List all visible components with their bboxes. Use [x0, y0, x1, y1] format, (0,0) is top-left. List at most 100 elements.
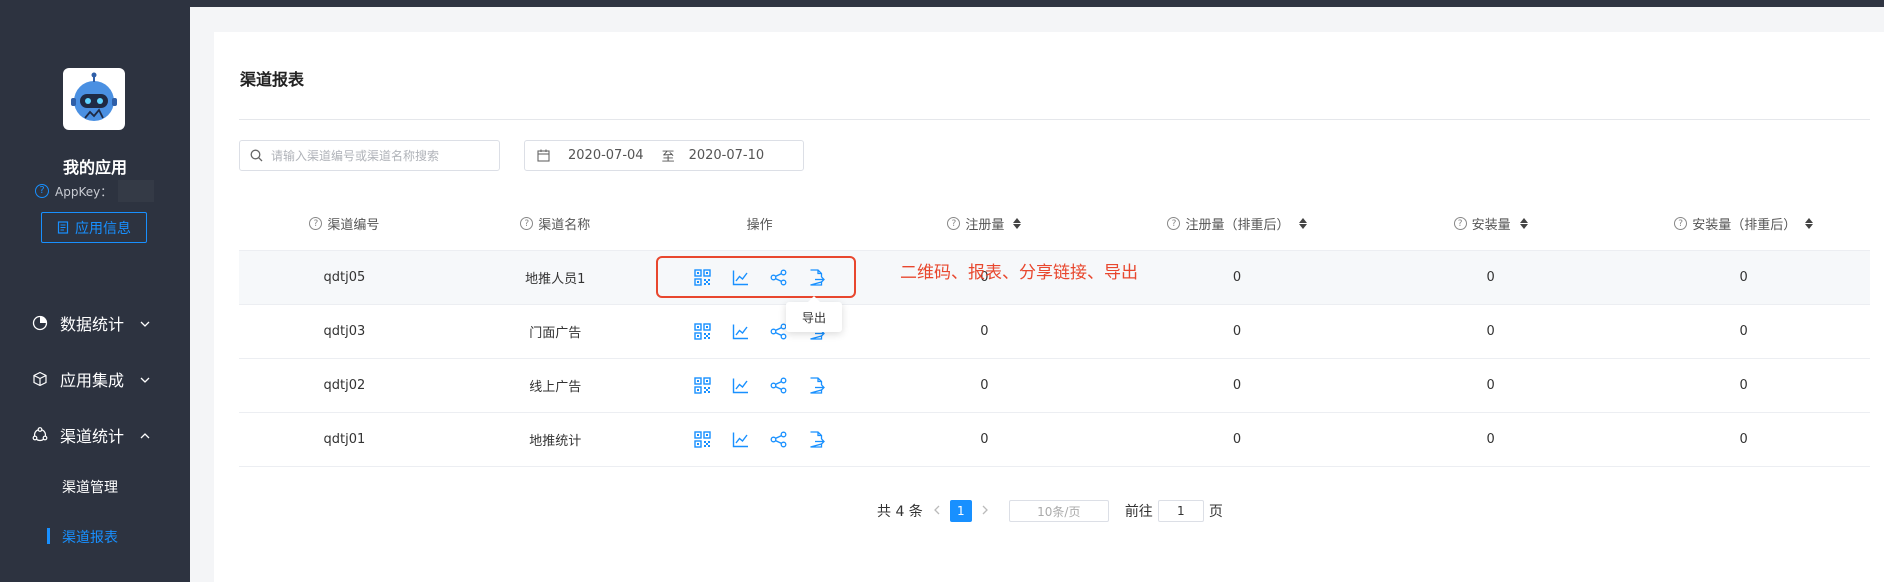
date-start[interactable]: 2020-07-04 [568, 148, 644, 163]
appkey-value [118, 180, 155, 202]
cell-channel-code: qdtj01 [323, 432, 366, 447]
share-button[interactable] [770, 431, 787, 448]
search-input[interactable] [271, 148, 491, 163]
pie-chart-icon [32, 315, 48, 331]
share-icon [770, 323, 787, 340]
cell-registrations-dedup: 0 [1232, 324, 1242, 339]
search-box[interactable] [239, 140, 500, 171]
cell-channel-name: 地推统计 [529, 434, 582, 449]
chevron-up-icon [140, 428, 150, 442]
menu-label: 数据统计 [60, 315, 125, 334]
active-indicator [47, 528, 50, 544]
share-button[interactable] [770, 377, 787, 394]
cell-installs: 0 [1486, 432, 1495, 447]
menu-item-channel-stats[interactable]: 渠道统计 [32, 423, 150, 447]
sort-icon[interactable] [1013, 218, 1022, 229]
share-icon [770, 377, 787, 394]
cell-actions [661, 359, 859, 412]
sort-icon[interactable] [1298, 218, 1307, 229]
col-header-installs[interactable]: ? 安装量 [1364, 197, 1618, 250]
cell-channel-name: 线上广告 [529, 380, 582, 395]
col-header-installs-dedup[interactable]: ? 安装量（排重后） [1617, 197, 1870, 250]
app-info-button[interactable]: 应用信息 [41, 212, 147, 243]
top-bar [190, 0, 1884, 7]
cell-installs-dedup: 0 [1739, 432, 1748, 447]
cell-installs-dedup: 0 [1739, 324, 1748, 339]
qrcode-icon [694, 377, 711, 394]
qrcode-button[interactable] [694, 431, 711, 448]
help-icon[interactable]: ? [947, 217, 961, 230]
menu-label: 渠道统计 [60, 427, 125, 446]
goto-label: 前往 [1124, 504, 1153, 520]
cell-installs-dedup: 0 [1739, 270, 1748, 285]
help-icon[interactable]: ? [520, 217, 534, 230]
cell-installs: 0 [1486, 378, 1495, 393]
table-header: ? 渠道编号 ? 渠道名称 操作 ? 注册量 ? 注册量（排重后） ? 安装量 … [239, 197, 1870, 251]
report-button[interactable] [732, 377, 749, 394]
page-title: 渠道报表 [240, 70, 305, 89]
qrcode-button[interactable] [694, 377, 711, 394]
export-button[interactable] [808, 377, 826, 394]
date-end[interactable]: 2020-07-10 [689, 148, 765, 163]
chevron-down-icon [140, 316, 150, 330]
qrcode-icon [694, 323, 711, 340]
annotation-text: 二维码、报表、分享链接、导出 [900, 263, 1138, 283]
col-header-label: 注册量（排重后） [1185, 218, 1290, 233]
page-size-select[interactable]: 10条/页 [1008, 500, 1109, 522]
sort-icon[interactable] [1519, 218, 1528, 229]
chevron-down-icon [140, 372, 150, 386]
pagination: 共 4 条 1 10条/页 前往 1 页 [877, 500, 1223, 522]
cell-installs-dedup: 0 [1739, 378, 1748, 393]
help-icon[interactable]: ? [35, 184, 49, 198]
share-button[interactable] [770, 323, 787, 340]
goto-page-input[interactable]: 1 [1157, 500, 1204, 522]
cell-channel-name: 地推人员1 [525, 272, 586, 287]
help-icon[interactable]: ? [309, 217, 323, 230]
export-button[interactable] [808, 431, 826, 448]
cell-channel-code: qdtj03 [323, 324, 366, 339]
calendar-icon [537, 149, 550, 162]
cell-registrations: 0 [980, 324, 989, 339]
submenu-channel-report[interactable]: 渠道报表 [62, 527, 118, 547]
export-icon [808, 377, 826, 394]
cell-registrations: 0 [980, 378, 989, 393]
cell-installs: 0 [1486, 270, 1495, 285]
col-header-registrations[interactable]: ? 注册量 [859, 197, 1111, 250]
app-info-label: 应用信息 [75, 220, 131, 237]
report-button[interactable] [732, 323, 749, 340]
col-header-code: ? 渠道编号 [239, 197, 450, 250]
qrcode-icon [694, 431, 711, 448]
col-header-registrations-dedup[interactable]: ? 注册量（排重后） [1110, 197, 1364, 250]
qrcode-button[interactable] [694, 323, 711, 340]
sidebar: 我的应用 ? AppKey： 应用信息 数据统计 应用集成 渠道统计 渠道管理 … [0, 0, 190, 582]
help-icon[interactable]: ? [1674, 217, 1688, 230]
submenu-channel-management[interactable]: 渠道管理 [62, 477, 118, 497]
col-header-label: 注册量 [965, 218, 1005, 233]
page-number-current[interactable]: 1 [949, 500, 972, 522]
col-header-name: ? 渠道名称 [450, 197, 661, 250]
appkey-label: AppKey： [55, 184, 113, 199]
prev-page-icon[interactable] [933, 504, 940, 519]
cell-installs: 0 [1486, 324, 1495, 339]
page-suffix: 页 [1208, 504, 1223, 520]
cell-registrations-dedup: 0 [1232, 432, 1242, 447]
line-chart-icon [732, 323, 749, 340]
cell-channel-code: qdtj02 [323, 378, 366, 393]
table-row: qdtj03 门面广告 0 0 0 0 [239, 305, 1870, 359]
help-icon[interactable]: ? [1453, 217, 1467, 230]
sort-icon[interactable] [1805, 218, 1814, 229]
col-header-actions: 操作 [661, 197, 859, 250]
menu-item-data-stats[interactable]: 数据统计 [32, 311, 150, 335]
export-icon [808, 431, 826, 448]
menu-item-app-integration[interactable]: 应用集成 [32, 367, 150, 391]
cube-icon [32, 371, 48, 387]
report-button[interactable] [732, 431, 749, 448]
export-tooltip: 导出 [786, 296, 842, 332]
col-header-label: 安装量 [1471, 218, 1511, 233]
next-page-icon[interactable] [982, 504, 989, 519]
appkey-row: ? AppKey： [35, 180, 155, 202]
help-icon[interactable]: ? [1167, 217, 1181, 230]
date-range-picker[interactable]: 2020-07-04 至 2020-07-10 [524, 140, 804, 171]
share-icon [770, 431, 787, 448]
col-header-label: 渠道名称 [538, 218, 591, 233]
